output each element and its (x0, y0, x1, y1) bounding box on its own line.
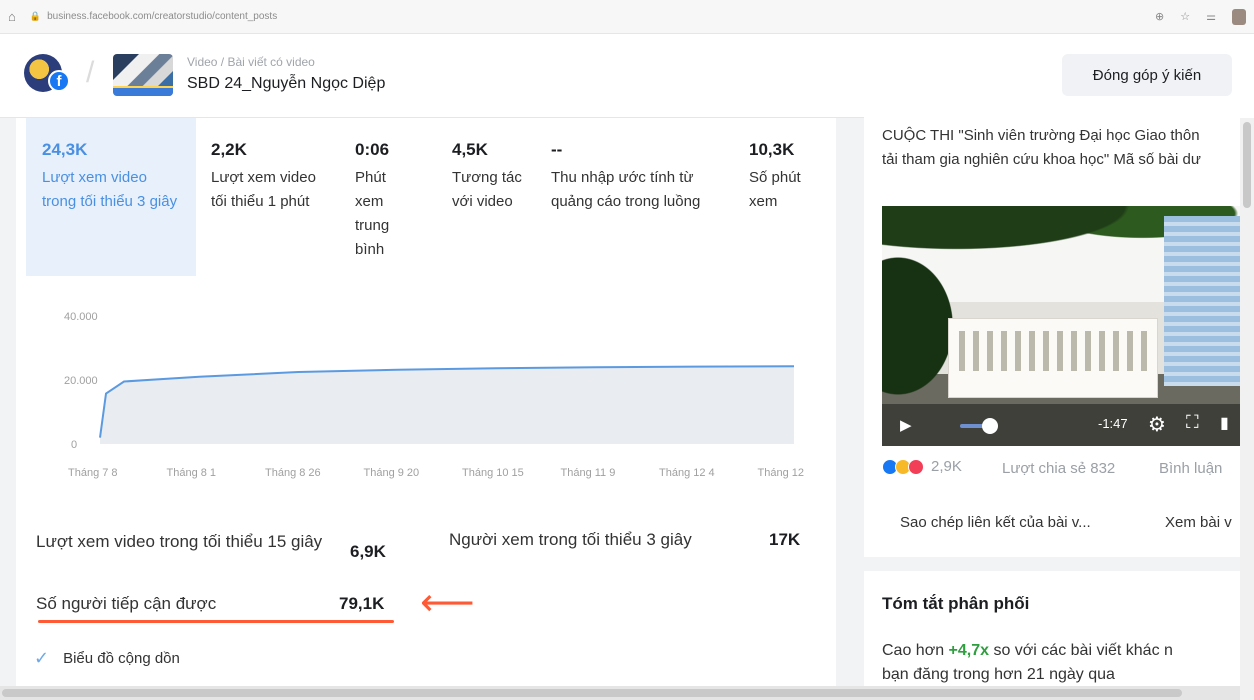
stat-label-15s-views: Lượt xem video trong tối thiểu 15 giây (36, 532, 323, 551)
shares-count[interactable]: Lượt chia sẻ 832 (1002, 460, 1115, 477)
x-tick-label: Tháng 10 15 (462, 467, 524, 479)
metric-value: 24,3K (42, 140, 88, 159)
feedback-button[interactable]: Đóng góp ý kiến (1062, 54, 1232, 96)
stat-value-15s-views: 6,9K (350, 542, 386, 561)
metric-label: Số phút xem (749, 169, 801, 210)
x-tick-label: Tháng 12 4 (659, 467, 715, 479)
reactions-summary[interactable]: 2,9K (882, 458, 962, 475)
summary-text: Cao hơn +4,7x so với các bài viết khác n… (882, 639, 1173, 687)
reading-mode-icon[interactable]: ⚌ (1206, 10, 1216, 23)
check-icon: ✓ (34, 648, 50, 668)
star-icon[interactable]: ☆ (1180, 10, 1190, 23)
copy-link-button[interactable]: Sao chép liên kết của bài v... (900, 514, 1091, 531)
metric-value: 10,3K (749, 140, 795, 159)
y-tick-label: 0 (71, 439, 77, 451)
annotation-underline (38, 620, 394, 623)
x-tick-label: Tháng 8 26 (265, 467, 321, 479)
metric-tab-1min-views[interactable]: 2,2K Lượt xem video tối thiểu 1 phút (211, 118, 326, 214)
metric-tab-engagement[interactable]: 4,5K Tương tác với video (452, 118, 524, 214)
comments-link[interactable]: Bình luận (1159, 460, 1222, 477)
metric-label: Tương tác với video (452, 169, 522, 210)
breadcrumb[interactable]: Video / Bài viết có video (187, 55, 315, 69)
metric-tab-minutes-viewed[interactable]: 10,3K Số phút xem (749, 118, 819, 214)
metric-label: Phút xem trung bình (355, 169, 390, 258)
chart-area (100, 366, 794, 444)
metric-value: 2,2K (211, 140, 247, 159)
video-controls: ▶ -1:47 ⚙ ⛶ ▮ (882, 404, 1254, 446)
summary-title: Tóm tắt phân phối (882, 594, 1030, 613)
metric-label: Thu nhập ước tính từ quảng cáo trong luồ… (551, 169, 701, 210)
cumulative-label: Biểu đồ cộng dồn (63, 650, 180, 667)
home-icon[interactable]: ⌂ (8, 9, 16, 24)
video-player[interactable]: ▶ -1:47 ⚙ ⛶ ▮ (882, 206, 1254, 446)
page-title: SBD 24_Nguyễn Ngọc Diệp (187, 75, 386, 92)
metric-label: Lượt xem video trong tối thiểu 3 giây (42, 169, 178, 210)
facebook-icon: f (48, 70, 70, 92)
summary-line2: bạn đăng trong hơn 21 ngày qua (882, 666, 1115, 683)
views-chart-svg: 40.000 20.000 0 Tháng 7 8 Tháng 8 1 Tháng 8 2… (64, 311, 804, 479)
video-frame-building (948, 318, 1158, 398)
stat-label-reach: Số người tiếp cận được (36, 594, 217, 613)
summary-suffix: so với các bài viết khác n (989, 642, 1173, 659)
summary-multiplier: +4,7x (948, 642, 990, 659)
metric-label: Lượt xem video tối thiểu 1 phút (211, 169, 316, 210)
video-thumbnail (113, 54, 173, 96)
more-icon[interactable]: ▮ (1220, 413, 1229, 433)
view-post-button[interactable]: Xem bài v (1165, 514, 1232, 531)
volume-knob[interactable] (982, 418, 998, 434)
zoom-icon[interactable]: ⊕ (1155, 10, 1164, 23)
vertical-scrollbar[interactable] (1240, 118, 1254, 700)
scrollbar-thumb[interactable] (2, 689, 1182, 697)
play-icon[interactable]: ▶ (900, 416, 912, 434)
x-tick-label: Tháng 11 9 (561, 467, 616, 479)
metric-value: 0:06 (355, 140, 390, 159)
metric-value: -- (551, 140, 563, 159)
x-tick-label: Tháng 9 20 (364, 467, 420, 479)
summary-prefix: Cao hơn (882, 642, 949, 659)
insights-card: 24,3K Lượt xem video trong tối thiểu 3 g… (16, 118, 836, 700)
distribution-summary-card: Tóm tắt phân phối Cao hơn +4,7x so với c… (864, 571, 1254, 700)
page-logo[interactable]: f (24, 54, 72, 94)
metric-tab-ad-earnings[interactable]: -- Thu nhập ước tính từ quảng cáo trong … (551, 118, 726, 214)
reactions-count: 2,9K (931, 458, 962, 475)
post-preview-card: CUỘC THI "Sinh viên trường Đại học Giao … (864, 100, 1254, 557)
metric-value: 4,5K (452, 140, 488, 159)
lock-icon[interactable]: 🔒 (30, 11, 41, 22)
profile-avatar[interactable] (1232, 8, 1246, 25)
views-chart: 40.000 20.000 0 Tháng 7 8 Tháng 8 1 Tháng 8 2… (16, 298, 836, 488)
video-time: -1:47 (1098, 416, 1128, 431)
address-bar[interactable]: business.facebook.com/creatorstudio/cont… (47, 11, 1155, 22)
stat-label-3s-viewers: Người xem trong tối thiểu 3 giây (449, 530, 692, 549)
fullscreen-icon[interactable]: ⛶ (1186, 412, 1199, 433)
y-tick-label: 40.000 (64, 311, 98, 323)
x-tick-label: Tháng 12 (758, 467, 804, 479)
breadcrumb-divider: / (86, 56, 95, 89)
metric-tab-3s-views[interactable]: 24,3K Lượt xem video trong tối thiểu 3 g… (26, 118, 196, 276)
post-text-line: tải tham gia nghiên cứu khoa học" Mã số … (882, 151, 1201, 168)
annotation-arrow-icon: ⟵ (420, 582, 475, 624)
x-tick-label: Tháng 7 8 (68, 467, 118, 479)
x-tick-label: Tháng 8 1 (167, 467, 217, 479)
scrollbar-thumb[interactable] (1243, 122, 1251, 208)
stat-value-reach: 79,1K (339, 594, 385, 613)
post-text: CUỘC THI "Sinh viên trường Đại học Giao … (882, 124, 1201, 172)
y-tick-label: 20.000 (64, 375, 98, 387)
gear-icon[interactable]: ⚙ (1148, 412, 1166, 437)
horizontal-scrollbar[interactable] (0, 686, 1240, 700)
metric-tab-avg-watch[interactable]: 0:06 Phút xem trung bình (355, 118, 415, 262)
post-text-line: CUỘC THI "Sinh viên trường Đại học Giao … (882, 127, 1200, 144)
cumulative-toggle[interactable]: ✓ Biểu đồ cộng dồn (34, 648, 180, 669)
love-icon (908, 458, 924, 475)
browser-bar: ⌂ 🔒 business.facebook.com/creatorstudio/… (0, 0, 1254, 34)
stat-value-3s-viewers: 17K (769, 530, 801, 549)
